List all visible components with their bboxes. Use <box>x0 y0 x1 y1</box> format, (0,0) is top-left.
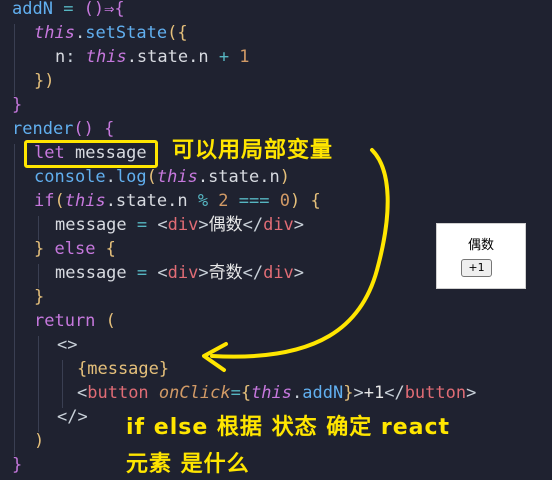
render-preview: 偶数 +1 <box>436 223 526 289</box>
annotation-explain-line1: if else 根据 状态 确定 react <box>126 415 451 440</box>
add-one-button[interactable]: +1 <box>461 259 492 277</box>
annotation-explain-line2: 元素 是什么 <box>126 452 250 477</box>
preview-message: 偶数 <box>467 238 494 253</box>
arrow-curve <box>210 148 390 359</box>
